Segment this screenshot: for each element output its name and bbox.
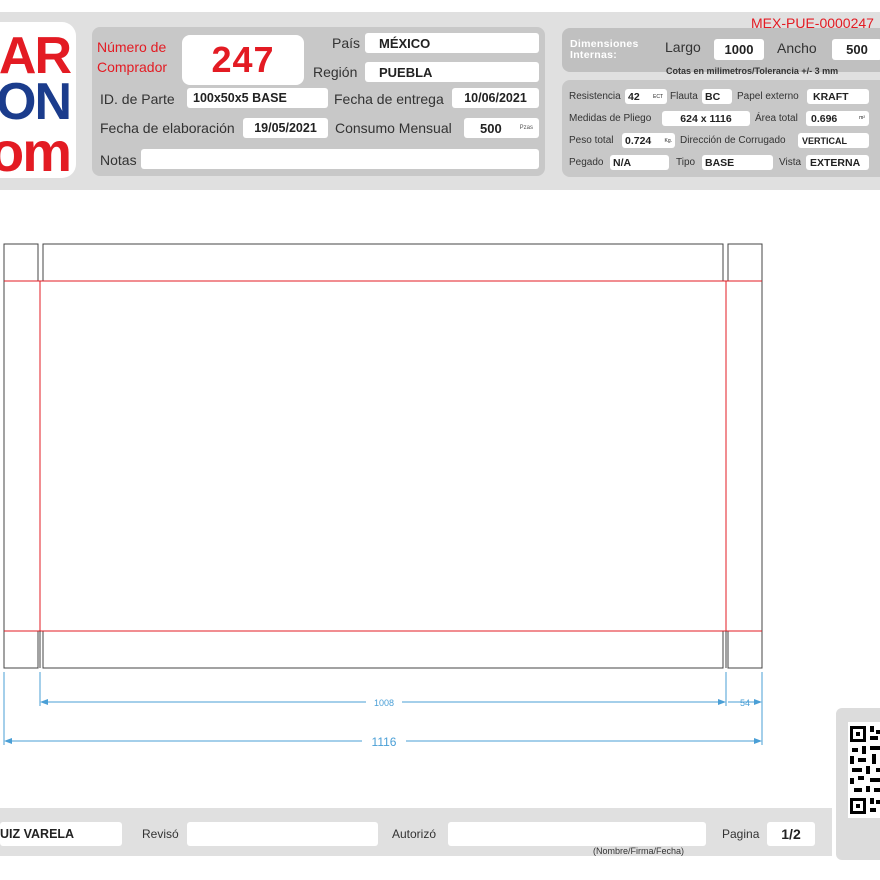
arrow bbox=[754, 699, 762, 705]
center-flap-top bbox=[42, 243, 724, 282]
left-flap-top bbox=[3, 243, 39, 282]
center-flap-bottom bbox=[42, 630, 724, 669]
arrow bbox=[40, 699, 48, 705]
left-flap-bottom bbox=[3, 630, 39, 669]
author-value: UIZ VARELA bbox=[0, 827, 75, 841]
qr-code-icon bbox=[848, 722, 880, 818]
fold-lines bbox=[4, 280, 762, 668]
page-label: Pagina bbox=[722, 827, 760, 841]
right-flap-bottom bbox=[727, 630, 763, 669]
cut-outline bbox=[3, 243, 763, 669]
dim-total-label: 1116 bbox=[372, 735, 397, 749]
sign-note: (Nombre/Firma/Fecha) bbox=[593, 846, 685, 856]
author-field[interactable]: UIZ VARELA bbox=[0, 822, 122, 846]
dim-inner-label: 1008 bbox=[374, 698, 394, 708]
reviewed-field[interactable] bbox=[187, 822, 378, 846]
authorized-label: Autorizó bbox=[392, 827, 437, 841]
authorized-field[interactable] bbox=[448, 822, 706, 846]
arrow bbox=[754, 738, 762, 744]
dim-flap-label: 54 bbox=[740, 698, 750, 708]
box-drawing: 1008 54 1116 bbox=[3, 243, 763, 749]
reviewed-label: Revisó bbox=[142, 827, 179, 841]
arrow bbox=[4, 738, 12, 744]
arrow bbox=[718, 699, 726, 705]
right-flap-top bbox=[727, 243, 763, 282]
page-field[interactable]: 1/2 bbox=[767, 822, 815, 846]
page-value: 1/2 bbox=[781, 826, 801, 842]
